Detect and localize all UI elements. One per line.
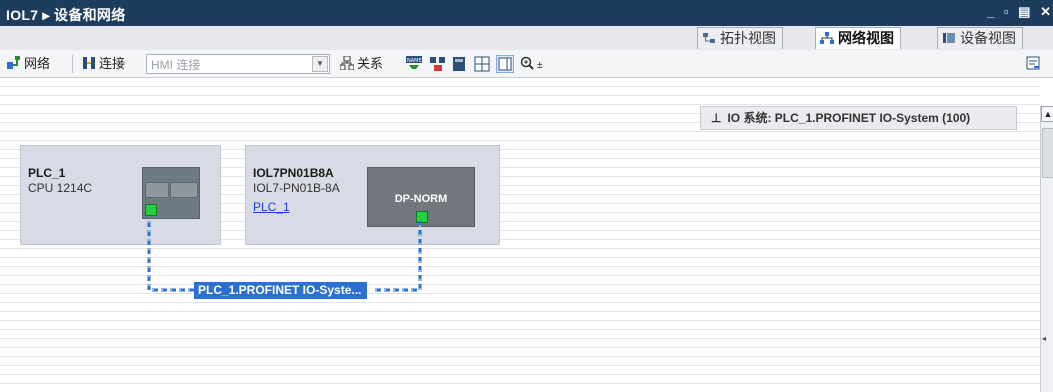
window-titlebar: IOL7 ▸ 设备和网络 _ ▫ ▤ ✕ [0,0,1053,26]
restore-icon[interactable]: ▫ [1004,4,1009,19]
vertical-scrollbar[interactable]: ▲ ◂ [1040,106,1053,392]
io-system-text: IO 系统: PLC_1.PROFINET IO-System (100) [727,111,971,125]
connection-type-select[interactable]: HMI 连接 ▼ [146,54,330,74]
tab-label: 设备视图 [960,30,1016,46]
io-board [170,182,198,198]
relations-icon [340,56,354,70]
relations-button[interactable]: 关系 [340,55,383,73]
device-type: IOL7-PN01B-8A [253,181,340,195]
network-icon [7,56,20,69]
assign-name-icon[interactable]: NAME [406,56,422,72]
device-view-icon [943,33,955,43]
zoom-dropdown-icon[interactable]: ± [537,60,543,71]
grid-view-icon[interactable] [474,56,490,72]
module-label: DP-NORM [394,193,448,205]
module-icon[interactable] [452,56,466,72]
tab-device-view[interactable]: 设备视图 [937,27,1023,49]
connect-button[interactable]: 连接 [82,55,125,73]
signal-board [145,182,169,198]
device-name: IOL7PN01B8A [253,166,334,180]
tab-label: 网络视图 [838,30,894,46]
svg-text:NAME: NAME [407,58,422,64]
connect-label: 连接 [99,56,126,71]
minimize-icon[interactable]: _ [987,4,994,19]
scroll-marker-icon: ◂ [1042,334,1047,343]
window-controls: _ ▫ ▤ ✕ [981,4,1051,20]
network-label[interactable]: PLC_1.PROFINET IO-Syste... [194,282,368,299]
profinet-port-icon[interactable] [416,211,428,223]
close-icon[interactable]: ✕ [1040,4,1051,19]
network-label: 网络 [24,56,51,71]
device-io-link-master[interactable]: IOL7PN01B8A IOL7-PN01B-8A PLC_1 DP-NORM [245,145,500,245]
scroll-thumb[interactable] [1042,128,1053,178]
tab-label: 拓扑视图 [720,30,776,46]
cpu-module[interactable] [142,167,200,219]
interface-module[interactable]: DP-NORM [367,167,475,227]
device-name: PLC_1 [28,166,66,180]
export-icon[interactable] [1026,56,1040,70]
device-type: CPU 1214C [28,181,93,195]
device-plc[interactable]: PLC_1 CPU 1214C [20,145,221,245]
toolbar-separator [72,55,73,73]
tab-topology-view[interactable]: 拓扑视图 [697,27,783,49]
network-overview-icon[interactable] [430,56,446,72]
chevron-down-icon[interactable]: ▼ [312,56,328,72]
topology-icon [703,33,715,43]
table-view-icon[interactable] [496,55,514,73]
connect-icon [83,57,95,69]
device-controller-link[interactable]: PLC_1 [253,200,290,214]
relations-label: 关系 [357,56,384,71]
io-system-bar[interactable]: ⊥ IO 系统: PLC_1.PROFINET IO-System (100) [700,106,1017,130]
view-tab-bar: 拓扑视图 网络视图 设备视图 [0,26,1053,51]
layout-icon[interactable]: ▤ [1018,4,1030,19]
scroll-up-icon[interactable]: ▲ [1041,106,1053,122]
network-toolbar: 网络 连接 HMI 连接 ▼ 关系 NAME ± [0,50,1053,78]
pin-icon[interactable]: ⊥ [711,111,721,125]
network-mode-button[interactable]: 网络 [7,55,50,73]
network-view-icon [820,32,834,44]
zoom-in-icon [520,56,534,70]
tab-network-view[interactable]: 网络视图 [815,27,901,49]
zoom-button[interactable]: ± [520,55,543,73]
window-title: IOL7 ▸ 设备和网络 [6,7,126,23]
connection-type-value: HMI 连接 [151,58,201,72]
profinet-port-icon[interactable] [145,204,157,216]
